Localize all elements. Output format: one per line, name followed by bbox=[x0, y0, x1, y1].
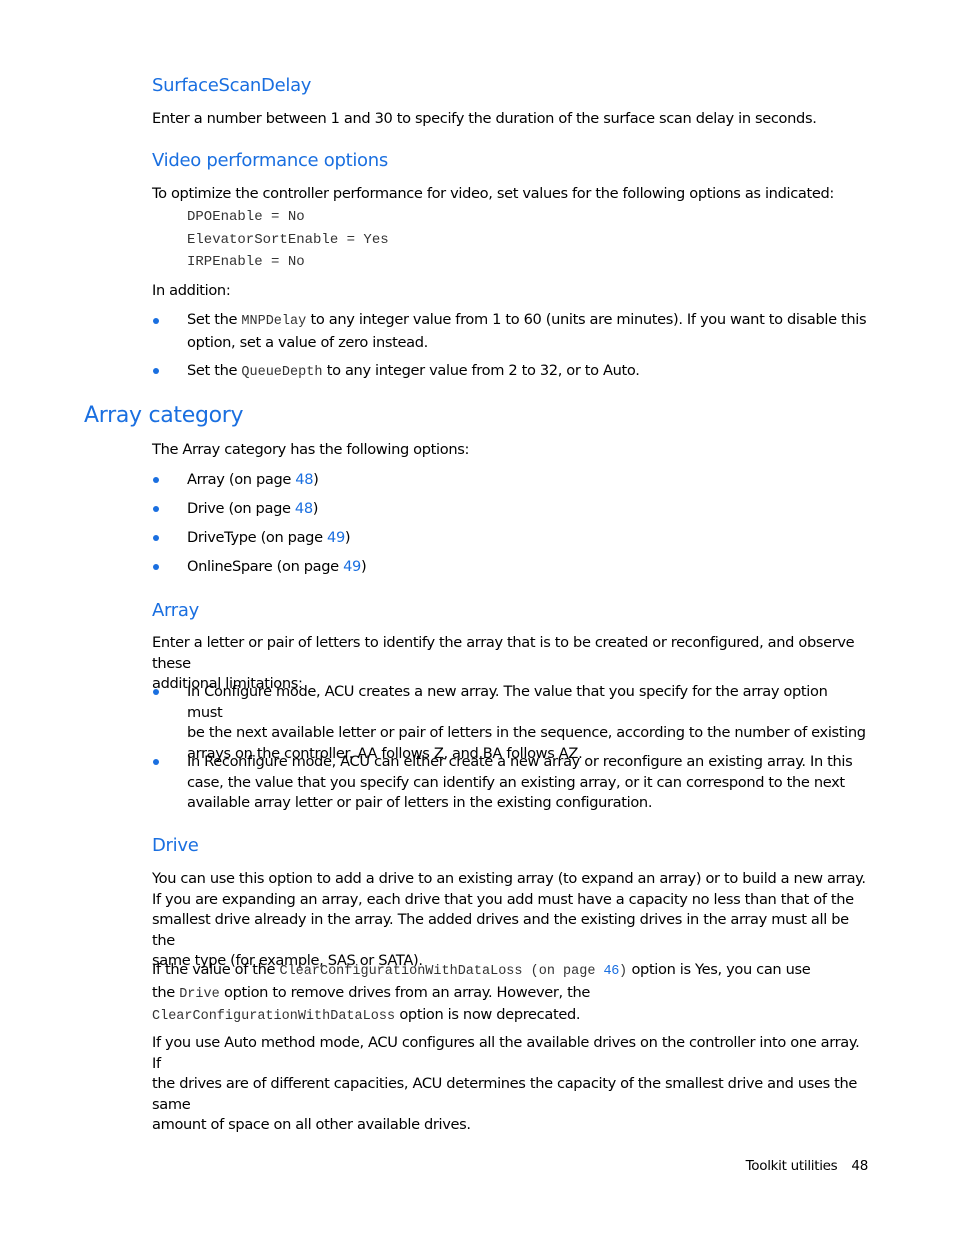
code-mnpdelay: MNPDelay bbox=[241, 314, 307, 329]
code-drive: Drive bbox=[179, 986, 220, 1002]
text: If you use Auto method mode, ACU configu… bbox=[152, 1034, 860, 1072]
text: In Reconfigure mode, ACU can either crea… bbox=[187, 753, 853, 770]
text: Drive (on page bbox=[187, 500, 295, 517]
text: (on page bbox=[522, 964, 604, 979]
bullet-icon bbox=[153, 506, 159, 512]
page-footer: Toolkit utilities 48 bbox=[745, 1158, 869, 1174]
drive-paragraph-1: You can use this option to add a drive t… bbox=[152, 869, 872, 972]
bullet-icon bbox=[153, 564, 159, 570]
bullet-icon bbox=[153, 689, 159, 695]
in-addition-text: In addition: bbox=[152, 282, 231, 299]
text: ) bbox=[344, 529, 351, 546]
text: Enter a letter or pair of letters to ide… bbox=[152, 634, 855, 672]
drive-paragraph-2: If the value of the ClearConfigurationWi… bbox=[152, 960, 872, 1028]
text: amount of space on all other available d… bbox=[152, 1116, 471, 1133]
text: option is Yes, you can use bbox=[627, 961, 811, 978]
text: be the next available letter or pair of … bbox=[187, 724, 866, 741]
code-clear-configuration: ClearConfigurationWithDataLoss bbox=[152, 1009, 396, 1024]
text: OnlineSpare (on page bbox=[187, 558, 344, 575]
page-link-49[interactable]: 49 bbox=[343, 558, 361, 575]
text: the drives are of different capacities, … bbox=[152, 1075, 858, 1113]
bullet-icon bbox=[153, 318, 159, 324]
bullet-icon bbox=[153, 477, 159, 483]
heading-drive: Drive bbox=[152, 835, 199, 856]
list-item-drivetype: DriveType (on page 49) bbox=[187, 528, 867, 549]
text: to any integer value from 2 to 32, or to… bbox=[322, 362, 640, 379]
text: ) bbox=[312, 500, 319, 517]
text: If the value of the bbox=[152, 961, 280, 978]
list-item-drive: Drive (on page 48) bbox=[187, 499, 867, 520]
text: Set the bbox=[187, 362, 242, 379]
text: to any integer value from 1 to 60 (units… bbox=[306, 311, 867, 328]
text: the bbox=[152, 983, 180, 1001]
code-queuedepth: QueueDepth bbox=[241, 365, 323, 380]
bullet-icon bbox=[153, 759, 159, 765]
heading-array: Array bbox=[152, 600, 199, 621]
page-link-46[interactable]: 46 bbox=[604, 964, 620, 979]
text: DriveType (on page bbox=[187, 529, 328, 546]
code-clear-configuration: ClearConfigurationWithDataLoss bbox=[279, 964, 523, 979]
video-performance-intro: To optimize the controller performance f… bbox=[152, 185, 834, 202]
code-line-elevatorsortenable: ElevatorSortEnable = Yes bbox=[187, 232, 389, 248]
text: option is now deprecated. bbox=[395, 1006, 581, 1023]
text: option to remove drives from an array. H… bbox=[219, 983, 591, 1001]
list-item-reconfigure-mode: In Reconfigure mode, ACU can either crea… bbox=[187, 752, 867, 814]
page-link-48[interactable]: 48 bbox=[295, 500, 313, 517]
list-item-array: Array (on page 48) bbox=[187, 470, 867, 491]
footer-section-title: Toolkit utilities bbox=[745, 1158, 838, 1174]
list-item-mnpdelay: Set the MNPDelay to any integer value fr… bbox=[187, 310, 867, 353]
text: You can use this option to add a drive t… bbox=[152, 870, 866, 887]
code-line-irpenable: IRPEnable = No bbox=[187, 254, 305, 270]
footer-page-number: 48 bbox=[851, 1158, 868, 1174]
text: In Configure mode, ACU creates a new arr… bbox=[187, 683, 828, 721]
document-page: SurfaceScanDelay Enter a number between … bbox=[0, 0, 954, 1235]
drive-paragraph-3: If you use Auto method mode, ACU configu… bbox=[152, 1033, 872, 1136]
page-link-48[interactable]: 48 bbox=[295, 471, 313, 488]
surface-scan-delay-text: Enter a number between 1 and 30 to speci… bbox=[152, 110, 817, 127]
bullet-icon bbox=[153, 535, 159, 541]
heading-array-category: Array category bbox=[84, 403, 244, 428]
text: option, set a value of zero instead. bbox=[187, 333, 428, 351]
list-item-queuedepth: Set the QueueDepth to any integer value … bbox=[187, 361, 867, 384]
text: Array (on page bbox=[187, 471, 296, 488]
bullet-icon bbox=[153, 368, 159, 374]
text: ) bbox=[360, 558, 367, 575]
text: If you are expanding an array, each driv… bbox=[152, 890, 854, 908]
text: ) bbox=[313, 471, 319, 488]
text: ) bbox=[619, 964, 628, 979]
code-line-dpoenable: DPOEnable = No bbox=[187, 209, 305, 225]
list-item-onlinespare: OnlineSpare (on page 49) bbox=[187, 557, 867, 578]
text: Set the bbox=[187, 311, 242, 328]
heading-surface-scan-delay: SurfaceScanDelay bbox=[152, 75, 312, 96]
heading-video-performance: Video performance options bbox=[152, 150, 388, 171]
text: available array letter or pair of letter… bbox=[187, 794, 653, 811]
array-category-intro: The Array category has the following opt… bbox=[152, 441, 470, 458]
page-link-49[interactable]: 49 bbox=[327, 529, 345, 546]
text: case, the value that you specify can ide… bbox=[187, 773, 845, 791]
text: smallest drive already in the array. The… bbox=[152, 911, 849, 949]
